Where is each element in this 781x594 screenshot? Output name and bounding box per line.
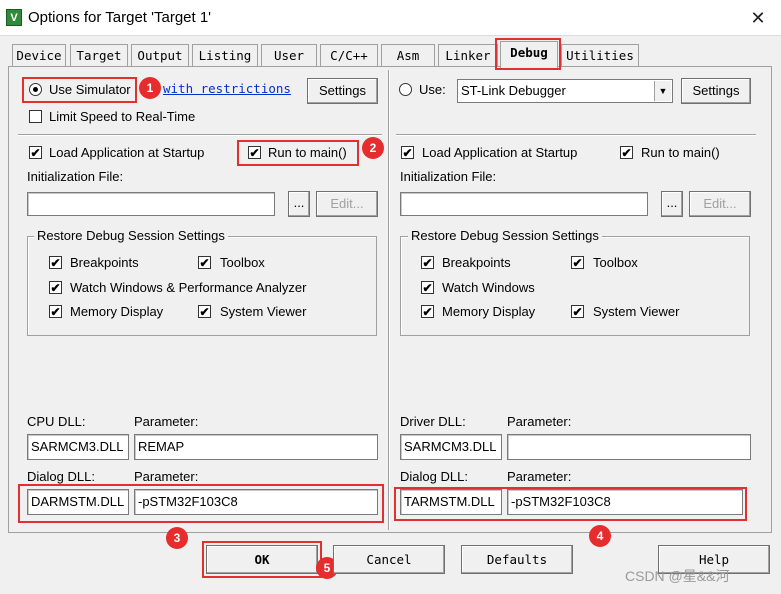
right-browse-button[interactable]: ... [661,191,683,217]
right-watch-windows-checkbox[interactable]: ✔ [421,281,434,294]
cpu-parameter-label: Parameter: [134,414,199,429]
right-run-to-main-checkbox[interactable]: ✔ [620,146,633,159]
run-to-main-highlight [237,140,359,166]
badge-1: 1 [139,77,161,99]
driver-dll-label: Driver DLL: [400,414,466,429]
left-watch-windows-label: Watch Windows & Performance Analyzer [70,280,307,295]
left-separator [18,134,382,136]
badge-3: 3 [166,527,188,549]
with-restrictions-link[interactable]: with restrictions [163,81,291,96]
right-toolbox-label: Toolbox [593,255,638,270]
right-run-to-main-label: Run to main() [641,145,720,160]
chevron-down-icon[interactable]: ▼ [654,81,671,101]
tab-device[interactable]: Device [12,44,66,66]
right-system-viewer-label: System Viewer [593,304,680,319]
panel-divider [388,70,390,530]
left-toolbox-label: Toolbox [220,255,265,270]
right-separator [396,134,756,136]
left-dialog-dll-label: Dialog DLL: [27,469,95,484]
driver-parameter-input[interactable] [507,434,751,460]
tab-listing[interactable]: Listing [192,44,258,66]
right-load-app-checkbox[interactable]: ✔ [401,146,414,159]
cpu-dll-input[interactable]: SARMCM3.DLL [27,434,129,460]
left-restore-title: Restore Debug Session Settings [34,228,228,243]
debugger-select-value: ST-Link Debugger [461,83,566,98]
cpu-parameter-input[interactable]: REMAP [134,434,378,460]
cpu-dll-label: CPU DLL: [27,414,86,429]
left-breakpoints-checkbox[interactable]: ✔ [49,256,62,269]
right-dialog-parameter-label: Parameter: [507,469,572,484]
right-restore-title: Restore Debug Session Settings [408,228,602,243]
left-init-file-label: Initialization File: [27,169,124,184]
title-bar: V Options for Target 'Target 1' ✕ [0,0,781,36]
left-load-app-checkbox[interactable]: ✔ [29,146,42,159]
right-watch-windows-label: Watch Windows [442,280,535,295]
left-system-viewer-checkbox[interactable]: ✔ [198,305,211,318]
ok-button-highlight [202,541,322,578]
debug-tab-highlight [495,38,561,70]
driver-parameter-label: Parameter: [507,414,572,429]
right-dialog-highlight [394,487,747,521]
left-breakpoints-label: Breakpoints [70,255,139,270]
left-load-app-label: Load Application at Startup [49,145,205,160]
badge-4: 4 [589,525,611,547]
left-dialog-highlight [18,484,384,523]
right-init-file-label: Initialization File: [400,169,497,184]
left-toolbox-checkbox[interactable]: ✔ [198,256,211,269]
right-memory-display-checkbox[interactable]: ✔ [421,305,434,318]
right-load-app-label: Load Application at Startup [422,145,578,160]
use-simulator-highlight [22,77,137,103]
use-debugger-radio[interactable] [399,83,412,96]
right-system-viewer-checkbox[interactable]: ✔ [571,305,584,318]
tab-user[interactable]: User [261,44,317,66]
app-icon: V [6,9,22,26]
limit-speed-label: Limit Speed to Real-Time [49,109,196,124]
left-edit-button[interactable]: Edit... [316,191,378,217]
driver-dll-input[interactable]: SARMCM3.DLL [400,434,502,460]
left-watch-windows-checkbox[interactable]: ✔ [49,281,62,294]
left-dialog-parameter-label: Parameter: [134,469,199,484]
right-memory-display-label: Memory Display [442,304,536,319]
use-label: Use: [419,82,446,97]
tab-utilities[interactable]: Utilities [561,44,639,66]
badge-2: 2 [362,137,384,159]
tab-target[interactable]: Target [70,44,128,66]
tab-linker[interactable]: Linker [438,44,498,66]
simulator-settings-button[interactable]: Settings [307,78,378,104]
tab-output[interactable]: Output [131,44,189,66]
left-init-file-input[interactable] [27,192,275,216]
debugger-settings-button[interactable]: Settings [681,78,751,104]
right-breakpoints-checkbox[interactable]: ✔ [421,256,434,269]
defaults-button[interactable]: Defaults [461,545,573,574]
left-memory-display-label: Memory Display [70,304,164,319]
limit-speed-checkbox[interactable] [29,110,42,123]
right-init-file-input[interactable] [400,192,648,216]
cancel-button[interactable]: Cancel [333,545,445,574]
right-breakpoints-label: Breakpoints [442,255,511,270]
left-system-viewer-label: System Viewer [220,304,307,319]
right-toolbox-checkbox[interactable]: ✔ [571,256,584,269]
right-edit-button[interactable]: Edit... [689,191,751,217]
right-dialog-dll-label: Dialog DLL: [400,469,468,484]
tab-asm[interactable]: Asm [381,44,435,66]
tab-c-cpp[interactable]: C/C++ [320,44,378,66]
left-memory-display-checkbox[interactable]: ✔ [49,305,62,318]
left-browse-button[interactable]: ... [288,191,310,217]
close-icon[interactable]: ✕ [744,6,772,30]
window-title: Options for Target 'Target 1' [28,9,212,26]
watermark: CSDN @星&&河 [625,568,730,584]
debugger-select[interactable]: ST-Link Debugger [457,79,673,103]
